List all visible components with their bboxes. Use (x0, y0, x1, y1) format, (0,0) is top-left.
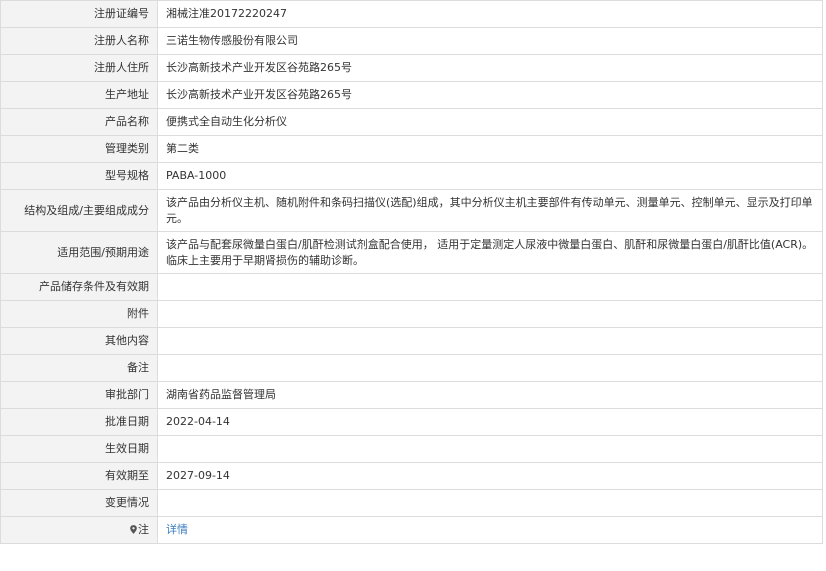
row-remarks: 备注 (0, 354, 823, 382)
row-storage-conditions: 产品储存条件及有效期 (0, 273, 823, 301)
row-effective-date: 生效日期 (0, 435, 823, 463)
value-change-status (157, 489, 823, 517)
value-management-category: 第二类 (157, 135, 823, 163)
label-attachments: 附件 (0, 300, 158, 328)
row-change-status: 变更情况 (0, 489, 823, 517)
label-valid-until: 有效期至 (0, 462, 158, 490)
value-model-spec: PABA-1000 (157, 162, 823, 190)
label-approval-department: 审批部门 (0, 381, 158, 409)
value-storage-conditions (157, 273, 823, 301)
value-remarks (157, 354, 823, 382)
label-registrant-address: 注册人住所 (0, 54, 158, 82)
row-valid-until: 有效期至 2027-09-14 (0, 462, 823, 490)
value-production-address: 长沙高新技术产业开发区谷苑路265号 (157, 81, 823, 109)
label-change-status: 变更情况 (0, 489, 158, 517)
map-pin-icon (130, 525, 137, 534)
row-production-address: 生产地址 长沙高新技术产业开发区谷苑路265号 (0, 81, 823, 109)
value-intended-use: 该产品与配套尿微量白蛋白/肌酐检测试剂盒配合使用， 适用于定量测定人尿液中微量白… (157, 231, 823, 274)
label-approval-date: 批准日期 (0, 408, 158, 436)
label-storage-conditions: 产品储存条件及有效期 (0, 273, 158, 301)
value-product-name: 便携式全自动生化分析仪 (157, 108, 823, 136)
value-approval-department: 湖南省药品监督管理局 (157, 381, 823, 409)
label-product-name: 产品名称 (0, 108, 158, 136)
row-structure-composition: 结构及组成/主要组成成分 该产品由分析仪主机、随机附件和条码扫描仪(选配)组成，… (0, 189, 823, 232)
label-note: 注 (0, 516, 158, 544)
row-other-content: 其他内容 (0, 327, 823, 355)
note-label-text: 注 (138, 523, 149, 536)
row-registrant-name: 注册人名称 三诺生物传感股份有限公司 (0, 27, 823, 55)
value-registration-number: 湘械注准20172220247 (157, 0, 823, 28)
value-note: 详情 (157, 516, 823, 544)
registration-detail-table: 注册证编号 湘械注准20172220247 注册人名称 三诺生物传感股份有限公司… (0, 0, 823, 544)
label-registrant-name: 注册人名称 (0, 27, 158, 55)
page-bottom-spacer (0, 544, 826, 566)
value-registrant-address: 长沙高新技术产业开发区谷苑路265号 (157, 54, 823, 82)
row-note: 注 详情 (0, 516, 823, 544)
label-other-content: 其他内容 (0, 327, 158, 355)
value-attachments (157, 300, 823, 328)
label-effective-date: 生效日期 (0, 435, 158, 463)
details-link[interactable]: 详情 (166, 523, 188, 536)
value-effective-date (157, 435, 823, 463)
value-approval-date: 2022-04-14 (157, 408, 823, 436)
value-structure-composition: 该产品由分析仪主机、随机附件和条码扫描仪(选配)组成，其中分析仪主机主要部件有传… (157, 189, 823, 232)
label-model-spec: 型号规格 (0, 162, 158, 190)
label-management-category: 管理类别 (0, 135, 158, 163)
row-attachments: 附件 (0, 300, 823, 328)
label-intended-use: 适用范围/预期用途 (0, 231, 158, 274)
label-remarks: 备注 (0, 354, 158, 382)
label-structure-composition: 结构及组成/主要组成成分 (0, 189, 158, 232)
value-valid-until: 2027-09-14 (157, 462, 823, 490)
row-registration-number: 注册证编号 湘械注准20172220247 (0, 0, 823, 28)
label-production-address: 生产地址 (0, 81, 158, 109)
row-intended-use: 适用范围/预期用途 该产品与配套尿微量白蛋白/肌酐检测试剂盒配合使用， 适用于定… (0, 231, 823, 274)
value-other-content (157, 327, 823, 355)
row-registrant-address: 注册人住所 长沙高新技术产业开发区谷苑路265号 (0, 54, 823, 82)
row-product-name: 产品名称 便携式全自动生化分析仪 (0, 108, 823, 136)
value-registrant-name: 三诺生物传感股份有限公司 (157, 27, 823, 55)
row-management-category: 管理类别 第二类 (0, 135, 823, 163)
row-model-spec: 型号规格 PABA-1000 (0, 162, 823, 190)
label-registration-number: 注册证编号 (0, 0, 158, 28)
row-approval-date: 批准日期 2022-04-14 (0, 408, 823, 436)
row-approval-department: 审批部门 湖南省药品监督管理局 (0, 381, 823, 409)
